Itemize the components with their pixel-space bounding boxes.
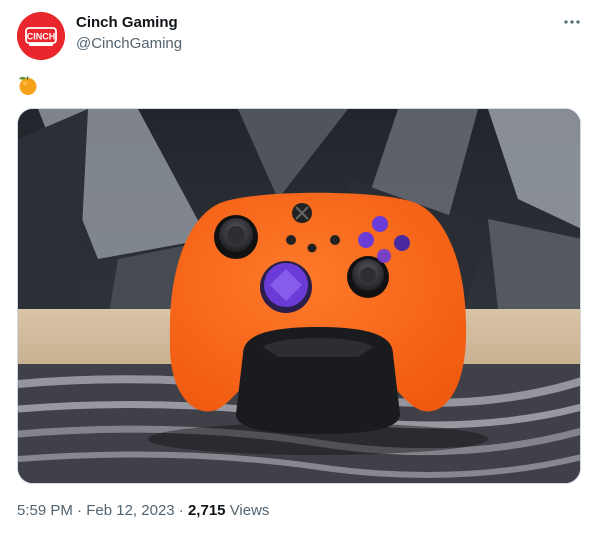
tweet-media-photo[interactable] [17, 108, 581, 484]
svg-text:CINCH: CINCH [27, 32, 56, 42]
tweet-timestamp-time[interactable]: 5:59 PM [17, 502, 73, 519]
views-label: Views [229, 502, 270, 519]
author-avatar[interactable]: CINCH [17, 12, 65, 60]
author-display-name[interactable]: Cinch Gaming [76, 14, 178, 32]
tweet-text-emoji [17, 74, 39, 96]
meta-separator: · [77, 502, 83, 519]
tweet-card: CINCH Cinch Gaming @CinchGaming 5:59 PM … [0, 0, 598, 536]
tangerine-icon [19, 76, 37, 95]
more-dots-icon [564, 20, 580, 24]
cinch-logo-icon: CINCH [17, 12, 65, 60]
views-count: 2,715 [187, 502, 226, 519]
tweet-timestamp-date[interactable]: Feb 12, 2023 [86, 502, 174, 519]
author-handle[interactable]: @CinchGaming [76, 35, 182, 53]
tweet-metadata: 5:59 PM · Feb 12, 2023 · 2,715 Views [17, 502, 269, 520]
more-options-button[interactable] [560, 10, 584, 34]
controller-photo [18, 109, 580, 483]
meta-separator: · [178, 502, 184, 519]
